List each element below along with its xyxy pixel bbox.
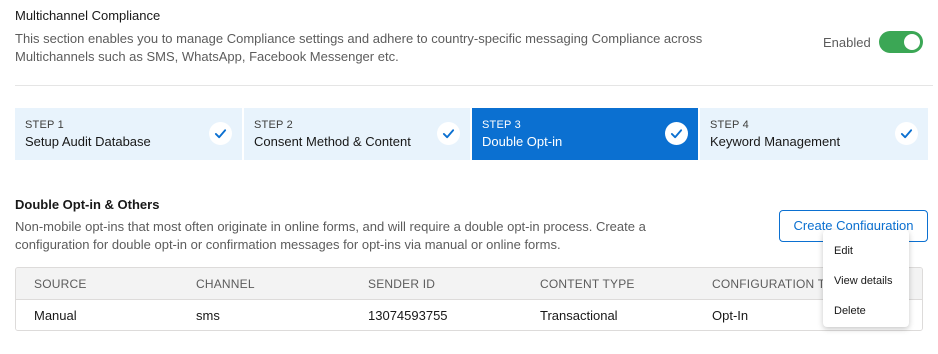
column-header-source[interactable]: SOURCE	[34, 268, 87, 299]
row-actions-menu: Edit View details Delete	[823, 230, 909, 327]
cell-configuration-type: Opt-In	[712, 308, 749, 323]
double-optin-description: Non-mobile opt-ins that most often origi…	[15, 219, 646, 252]
enabled-toggle-group: Enabled	[823, 31, 923, 53]
menu-item-edit[interactable]: Edit	[823, 236, 909, 266]
check-icon	[895, 122, 918, 145]
configuration-table: SOURCE CHANNEL SENDER ID CONTENT TYPE CO…	[15, 267, 923, 331]
column-header-content-type[interactable]: CONTENT TYPE	[540, 268, 635, 299]
enabled-toggle[interactable]	[878, 31, 923, 53]
menu-item-delete[interactable]: Delete	[823, 296, 909, 326]
step-3[interactable]: STEP 3 Double Opt-in	[472, 108, 698, 160]
table-header: SOURCE CHANNEL SENDER ID CONTENT TYPE CO…	[16, 268, 922, 300]
section-description: This section enables you to manage Compl…	[15, 31, 703, 64]
column-header-sender-id[interactable]: SENDER ID	[368, 268, 435, 299]
divider	[15, 85, 933, 86]
check-icon	[209, 122, 232, 145]
progress-steps: STEP 1 Setup Audit Database STEP 2 Conse…	[15, 108, 928, 160]
column-header-channel[interactable]: CHANNEL	[196, 268, 255, 299]
check-icon	[437, 122, 460, 145]
cell-channel: sms	[196, 308, 220, 323]
toggle-knob	[903, 34, 920, 50]
step-number: STEP 4	[710, 119, 749, 131]
section-title: Multichannel Compliance	[15, 8, 161, 23]
cell-source: Manual	[34, 308, 77, 323]
step-name: Setup Audit Database	[25, 134, 151, 149]
step-4[interactable]: STEP 4 Keyword Management	[700, 108, 928, 160]
step-name: Consent Method & Content	[254, 134, 411, 149]
cell-content-type: Transactional	[540, 308, 618, 323]
step-1[interactable]: STEP 1 Setup Audit Database	[15, 108, 242, 160]
step-number: STEP 3	[482, 119, 521, 131]
table-row: Manual sms 13074593755 Transactional Opt…	[16, 300, 922, 330]
step-number: STEP 2	[254, 119, 293, 131]
double-optin-title: Double Opt-in & Others	[15, 197, 160, 212]
cell-sender-id: 13074593755	[368, 308, 448, 323]
step-2[interactable]: STEP 2 Consent Method & Content	[244, 108, 470, 160]
step-name: Double Opt-in	[482, 134, 563, 149]
step-name: Keyword Management	[710, 134, 841, 149]
step-number: STEP 1	[25, 119, 64, 131]
check-icon	[665, 122, 688, 145]
menu-item-view-details[interactable]: View details	[823, 266, 909, 296]
column-header-configuration-type[interactable]: CONFIGURATION T	[712, 268, 825, 299]
toggle-label: Enabled	[823, 34, 871, 50]
